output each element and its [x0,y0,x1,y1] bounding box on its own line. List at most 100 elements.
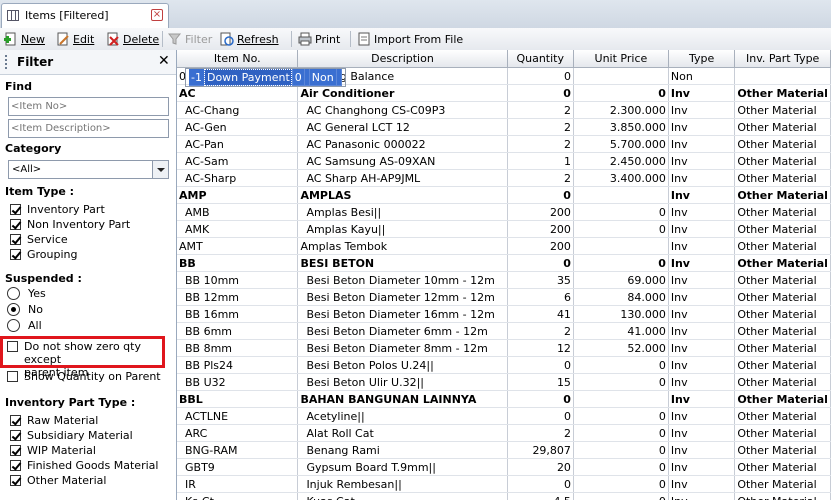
table-cell[interactable]: 0 [573,84,669,102]
table-cell[interactable] [336,69,342,86]
table-cell[interactable]: BBL [177,390,299,408]
table-cell[interactable]: Inv [668,475,736,493]
table-cell[interactable]: 41.000 [573,322,669,340]
table-row[interactable]: BB 16mm Besi Beton Diameter 16mm - 12m 41 1… [177,305,831,323]
suspended-option[interactable]: No [7,302,43,316]
column-header[interactable]: Unit Price [573,50,669,68]
table-cell[interactable]: 0 [507,68,574,85]
table-row[interactable]: AC-Chang AC Changhong CS-C09P3 2 2.300.000 I… [177,101,831,119]
table-cell[interactable]: 2 [507,169,574,187]
table-cell[interactable]: ACTLNE [177,407,299,425]
table-cell[interactable]: 0 [507,254,574,272]
show-qty-parent-checkbox[interactable] [7,370,18,382]
table-row[interactable]: AMP AMPLAS 0 Inv Other Material [177,186,831,204]
table-cell[interactable]: 29,807 [507,441,574,459]
table-cell[interactable]: 84.000 [573,288,669,306]
table-cell[interactable]: AC Sharp AH-AP9JML [297,169,508,187]
table-cell[interactable]: Inv [668,118,736,136]
item-type-checkbox[interactable] [10,218,21,230]
table-cell[interactable]: 200 [507,237,574,255]
table-cell[interactable]: Inv [668,305,736,323]
table-cell[interactable]: Non [309,69,337,86]
table-cell[interactable]: AC Changhong CS-C09P3 [297,101,508,119]
table-row[interactable]: Ks-CtKuas Cat4,50InvOther Material [177,492,831,500]
table-cell[interactable]: BB U32 [177,373,299,391]
inventory-part-type-row[interactable]: Raw Material [10,413,98,427]
table-row[interactable]: GBT9 Gypsum Board T.9mm|| 20 0 Inv Other Mate… [177,458,831,476]
table-cell[interactable]: BAHAN BANGUNAN LAINNYA [297,390,508,408]
table-cell[interactable]: 2 [507,424,574,442]
table-cell[interactable]: AC-Sam [177,152,299,170]
suspended-radio[interactable] [7,302,20,316]
table-cell[interactable]: Other Material [734,458,831,476]
table-cell[interactable]: Other Material [734,118,831,136]
inventory-part-type-row[interactable]: WIP Material [10,443,96,457]
suspended-option[interactable]: Yes [7,286,46,300]
table-cell[interactable]: 0 [573,373,669,391]
table-cell[interactable]: Inv [668,254,736,272]
filter-button[interactable]: Filter [167,30,212,48]
print-button[interactable]: Print [298,30,340,48]
table-cell[interactable]: Other Material [734,441,831,459]
table-cell[interactable]: Alat Roll Cat [297,424,508,442]
table-cell[interactable]: Inv [668,237,736,255]
table-cell[interactable]: 52.000 [573,339,669,357]
edit-button[interactable]: Edit [56,30,94,48]
table-row[interactable]: AC-Pan AC Panasonic 000022 2 5.700.000 Inv Ot… [177,135,831,153]
table-cell[interactable]: 2 [507,101,574,119]
table-cell[interactable]: AC General LCT 12 [297,118,508,136]
table-cell[interactable]: 2 [507,135,574,153]
table-cell[interactable]: BESI BETON [297,254,508,272]
table-cell[interactable]: Other Material [734,390,831,408]
import-from-file-button[interactable]: Import From File [357,30,463,48]
table-cell[interactable]: Inv [668,407,736,425]
inventory-part-type-checkbox[interactable] [10,459,21,471]
table-cell[interactable]: Other Material [734,339,831,357]
table-cell[interactable]: Kuas Cat [297,492,508,500]
show-qty-parent-row[interactable]: Show Quantity on Parent [7,369,161,383]
table-row[interactable]: ACTLNE Acetyline|| 0 0 Inv Other Material [177,407,831,425]
table-row[interactable]: AC-Gen AC General LCT 12 2 3.850.000 Inv Othe… [177,118,831,136]
table-cell[interactable]: Other Material [734,271,831,289]
table-cell[interactable]: 0 [507,475,574,493]
table-row[interactable]: BB 6mm Besi Beton Diameter 6mm - 12m 2 41.0… [177,322,831,340]
table-cell[interactable]: 0 [573,407,669,425]
table-row[interactable]: AC-Sharp AC Sharp AH-AP9JML 2 3.400.000 Inv O… [177,169,831,187]
table-cell[interactable]: AMK [177,220,299,238]
table-cell[interactable]: 0 [507,390,574,408]
table-cell[interactable]: Inv [668,322,736,340]
table-row[interactable]: IR Injuk Rembesan|| 0 0 Inv Other Material [177,475,831,493]
table-cell[interactable]: Other Material [734,203,831,221]
table-cell[interactable]: Inv [668,84,736,102]
table-cell[interactable] [573,68,669,85]
table-cell[interactable]: 20 [507,458,574,476]
table-cell[interactable]: Amplas Besi|| [297,203,508,221]
item-type-checkbox[interactable] [10,248,21,260]
table-cell[interactable]: Inv [668,458,736,476]
close-icon[interactable]: × [151,9,163,21]
table-cell[interactable]: Injuk Rembesan|| [297,475,508,493]
table-cell[interactable]: GBT9 [177,458,299,476]
item-no-input[interactable] [8,97,169,116]
table-cell[interactable]: Inv [668,220,736,238]
table-cell[interactable]: BB 10mm [177,271,299,289]
close-icon[interactable]: ✕ [158,53,170,69]
table-cell[interactable]: Ks-Ct [177,492,299,500]
table-cell[interactable]: 2 [507,118,574,136]
table-cell[interactable]: AMP [177,186,299,204]
table-cell[interactable]: 3.400.000 [573,169,669,187]
item-type-checkbox[interactable] [10,233,21,245]
table-cell[interactable]: 12 [507,339,574,357]
inventory-part-type-checkbox[interactable] [10,414,21,426]
table-cell[interactable]: Other Material [734,237,831,255]
table-cell[interactable]: Besi Beton Polos U.24|| [297,356,508,374]
table-cell[interactable]: 69.000 [573,271,669,289]
item-type-row[interactable]: Non Inventory Part [10,217,130,231]
table-cell[interactable]: 200 [507,203,574,221]
inventory-part-type-row[interactable]: Subsidiary Material [10,428,133,442]
table-cell[interactable] [734,68,831,85]
inventory-part-type-row[interactable]: Other Material [10,473,106,487]
table-cell[interactable]: AC-Sharp [177,169,299,187]
table-cell[interactable]: Other Material [734,322,831,340]
column-header[interactable]: Quantity [507,50,574,68]
